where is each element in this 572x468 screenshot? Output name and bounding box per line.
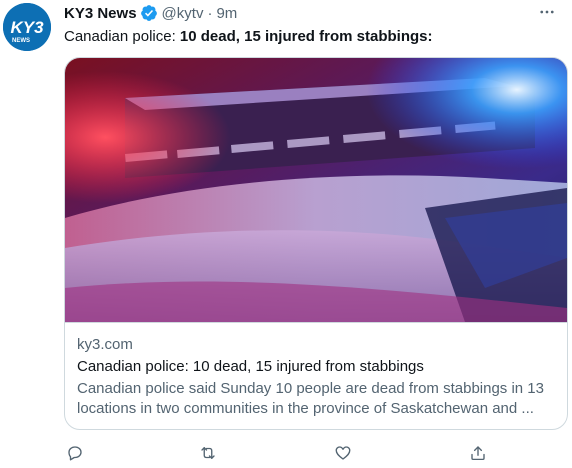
avatar-logo-text: KY3 [10,18,44,37]
card-description: Canadian police said Sunday 10 people ar… [77,380,544,417]
tweet-header: KY3 News @kytv · 9m [64,3,237,23]
action-bar [64,442,504,464]
share-icon[interactable] [467,442,489,464]
link-card[interactable]: ky3.com Canadian police: 10 dead, 15 inj… [64,57,568,430]
police-car-lights-photo[interactable] [65,58,567,323]
card-body: ky3.com Canadian police: 10 dead, 15 inj… [77,335,555,419]
avatar[interactable]: KY3 NEWS [3,3,51,51]
ky3-logo-icon: KY3 NEWS [3,3,51,51]
verified-badge-icon [140,4,158,22]
avatar-logo-subtext: NEWS [12,38,30,44]
reply-icon[interactable] [64,442,86,464]
handle[interactable]: @kytv [162,5,204,22]
more-icon[interactable] [536,2,558,22]
separator-dot: · [207,4,213,22]
timestamp[interactable]: 9m [216,5,237,22]
like-icon[interactable] [332,442,354,464]
tweet-text-bold: 10 dead, 15 injured from stabbings: [179,28,433,45]
tweet-text-prefix: Canadian police: [64,28,180,45]
retweet-icon[interactable] [197,442,219,464]
card-domain: ky3.com [77,336,133,353]
display-name[interactable]: KY3 News [64,5,137,22]
card-title: Canadian police: 10 dead, 15 injured fro… [77,358,424,375]
tweet-text: Canadian police: 10 dead, 15 injured fro… [64,27,432,47]
